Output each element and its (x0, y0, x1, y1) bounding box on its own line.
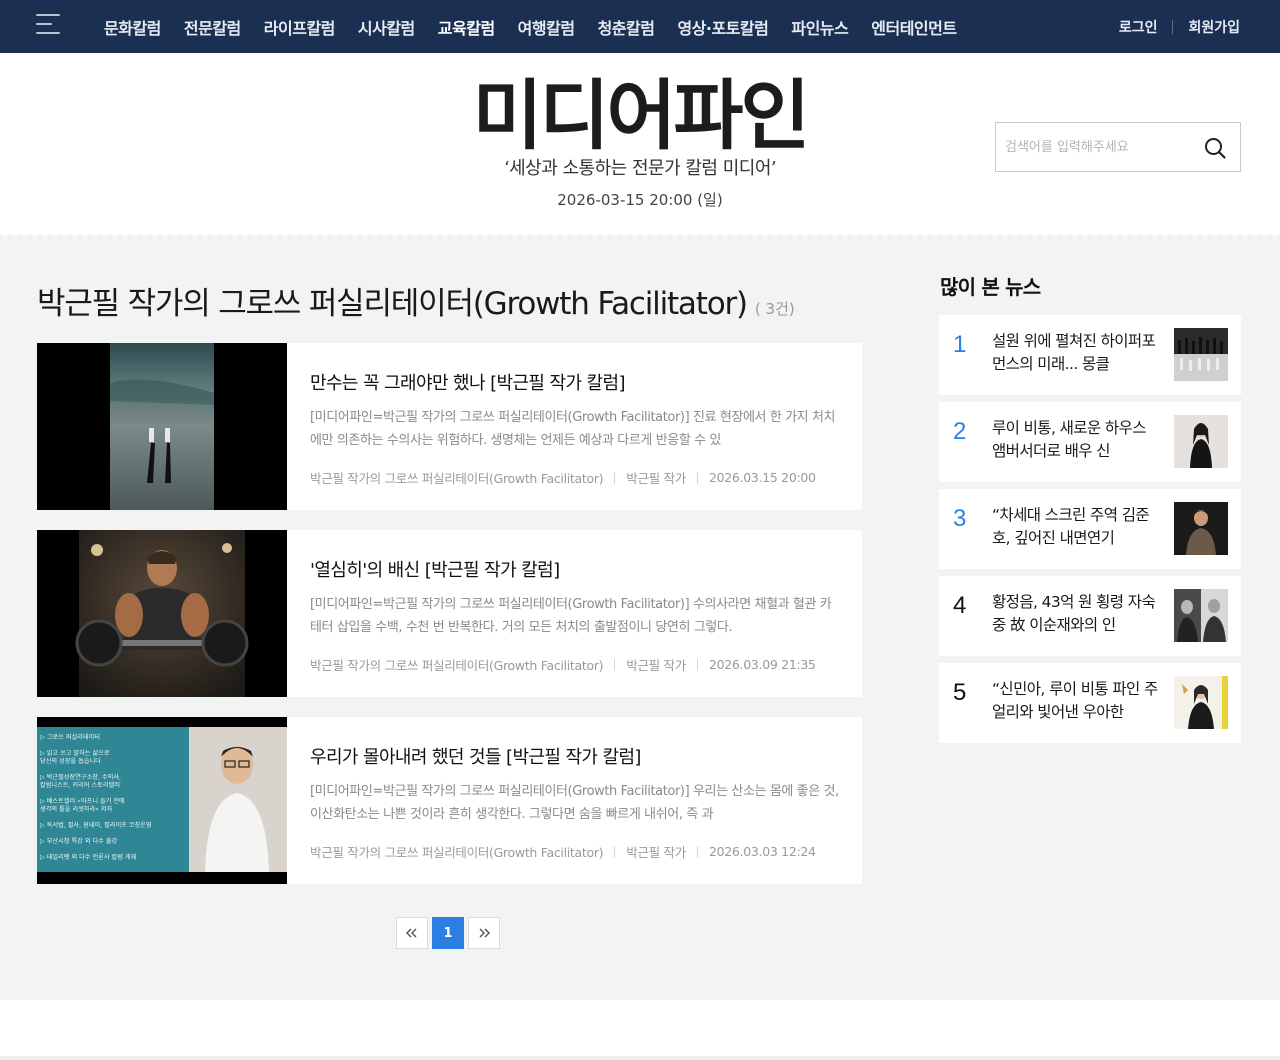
popular-news-item[interactable]: 1 설원 위에 펼쳐진 하이퍼포먼스의 미래... 몽클 (939, 315, 1241, 395)
popular-news-thumbnail[interactable] (1174, 502, 1228, 555)
article-date: 2026.03.09 21:35 (708, 657, 816, 672)
svg-text:▷ 데일리펫 외 다수 언론사 칼럼 게재: ▷ 데일리펫 외 다수 언론사 칼럼 게재 (40, 853, 137, 861)
popular-news-item[interactable]: 5 “신민아, 루이 비통 파인 주얼리와 빛어낸 우아한 (939, 663, 1241, 743)
article-thumbnail[interactable]: ▷ 그로쓰 퍼실리테이터 ▷ 읽고 쓰고 말하는 삶으로 당신의 성장을 돕습니… (37, 717, 287, 884)
svg-text:▷ 부산시청 특강 외 다수 출강: ▷ 부산시청 특강 외 다수 출강 (40, 837, 118, 845)
popular-news-thumbnail[interactable] (1174, 676, 1228, 729)
popular-news-thumbnail[interactable] (1174, 589, 1228, 642)
article-category[interactable]: 박근필 작가의 그로쓰 퍼실리테이터(Growth Facilitator) (310, 468, 604, 487)
svg-text:▷ 읽고 쓰고 말하는 삶으로: ▷ 읽고 쓰고 말하는 삶으로 (40, 749, 110, 757)
article-author: 박근필 작가 (626, 658, 686, 673)
nav-item-life[interactable]: 라이프칼럼 (264, 15, 336, 39)
article-card[interactable]: ▷ 그로쓰 퍼실리테이터 ▷ 읽고 쓰고 말하는 삶으로 당신의 성장을 돕습니… (37, 717, 862, 884)
article-author: 박근필 작가 (626, 471, 686, 486)
nav-item-education[interactable]: 교육칼럼 (438, 15, 495, 39)
login-link[interactable]: 로그인 (1119, 17, 1158, 37)
svg-text:칼럼니스트, 커리어 스토리텔러: 칼럼니스트, 커리어 스토리텔러 (40, 781, 120, 789)
svg-text:당신의 성장을 돕습니다: 당신의 성장을 돕습니다 (40, 757, 101, 765)
article-title[interactable]: 만수는 꼭 그래야만 했나 [박근필 작가 칼럼] (310, 369, 840, 395)
svg-text:▷ 독서법, 필사, 원데이, 필라이프 코칭운영: ▷ 독서법, 필사, 원데이, 필라이프 코칭운영 (40, 821, 152, 829)
article-meta: 박근필 작가의 그로쓰 퍼실리테이터(Growth Facilitator) 박… (310, 468, 816, 487)
search-icon[interactable] (1204, 137, 1226, 159)
rank-number: 5 (953, 679, 967, 706)
main-menu: 문화칼럼 전문칼럼 라이프칼럼 시사칼럼 교육칼럼 여행칼럼 청춘칼럼 영상·포… (104, 0, 957, 53)
prev-page-button[interactable] (396, 917, 428, 949)
article-body: '열심히'의 배신 [박근필 작가 칼럼] [미디어파인=박근필 작가의 그로쓰… (310, 530, 840, 673)
article-excerpt: [미디어파인=박근필 작가의 그로쓰 퍼실리테이터(Growth Facilit… (310, 410, 836, 448)
article-category[interactable]: 박근필 작가의 그로쓰 퍼실리테이터(Growth Facilitator) (310, 655, 604, 674)
nav-item-current-affairs[interactable]: 시사칼럼 (358, 15, 415, 39)
rank-number: 3 (953, 505, 967, 532)
article-author: 박근필 작가 (626, 845, 686, 860)
popular-news-title[interactable]: “차세대 스크린 주역 김준호, 깊어진 내면연기 (992, 504, 1160, 550)
pagination: 1 (396, 917, 500, 949)
article-excerpt: [미디어파인=박근필 작가의 그로쓰 퍼실리테이터(Growth Facilit… (310, 784, 839, 822)
article-body: 만수는 꼭 그래야만 했나 [박근필 작가 칼럼] [미디어파인=박근필 작가의… (310, 343, 840, 486)
auth-links: 로그인 회원가입 (1119, 0, 1240, 53)
nav-item-fine-news[interactable]: 파인뉴스 (791, 15, 848, 39)
page-1-button[interactable]: 1 (432, 917, 464, 949)
article-body: 우리가 몰아내려 했던 것들 [박근필 작가 칼럼] [미디어파인=박근필 작가… (310, 717, 840, 860)
rank-number: 1 (953, 331, 967, 358)
rank-number: 2 (953, 418, 967, 445)
popular-news-title[interactable]: 설원 위에 펼쳐진 하이퍼포먼스의 미래... 몽클 (992, 330, 1160, 376)
popular-news-item[interactable]: 4 황정음, 43억 원 횡령 자숙 중 故 이순재와의 인 (939, 576, 1241, 656)
double-chevron-left-icon (406, 928, 417, 938)
nav-item-video-photo[interactable]: 영상·포토칼럼 (677, 15, 768, 39)
svg-text:▷ 박근필성장연구소장, 수의사,: ▷ 박근필성장연구소장, 수의사, (40, 773, 121, 781)
signup-link[interactable]: 회원가입 (1188, 17, 1240, 37)
article-meta: 박근필 작가의 그로쓰 퍼실리테이터(Growth Facilitator) 박… (310, 842, 816, 861)
article-thumbnail[interactable] (37, 530, 287, 697)
divider (696, 845, 698, 858)
popular-news-title[interactable]: “신민아, 루이 비통 파인 주얼리와 빛어낸 우아한 (992, 678, 1160, 724)
article-thumbnail[interactable] (37, 343, 287, 510)
divider (614, 471, 616, 484)
article-category[interactable]: 박근필 작가의 그로쓰 퍼실리테이터(Growth Facilitator) (310, 842, 604, 861)
nav-item-entertainment[interactable]: 엔터테인먼트 (871, 15, 957, 39)
article-title[interactable]: '열심히'의 배신 [박근필 작가 칼럼] (310, 556, 840, 582)
divider (614, 658, 616, 671)
popular-news-thumbnail[interactable] (1174, 415, 1228, 468)
search-input[interactable] (996, 123, 1196, 171)
site-header: 미디어파인 ‘세상과 소통하는 전문가 칼럼 미디어’ 2026-03-15 2… (0, 53, 1280, 235)
popular-news-item[interactable]: 2 루이 비통, 새로운 하우스 앰버서더로 배우 신 (939, 402, 1241, 482)
popular-news-heading: 많이 본 뉴스 (940, 275, 1041, 299)
popular-news-title[interactable]: 루이 비통, 새로운 하우스 앰버서더로 배우 신 (992, 417, 1160, 463)
divider (696, 471, 698, 484)
svg-text:▷ 그로쓰 퍼실리테이터: ▷ 그로쓰 퍼실리테이터 (40, 733, 100, 741)
svg-text:▷ 베스트셀러 «아프니 들기 전에: ▷ 베스트셀러 «아프니 들기 전에 (40, 797, 125, 805)
divider (614, 845, 616, 858)
article-title[interactable]: 우리가 몰아내려 했던 것들 [박근필 작가 칼럼] (310, 743, 840, 769)
article-date: 2026.03.15 20:00 (708, 470, 816, 485)
article-date: 2026.03.03 12:24 (708, 844, 816, 859)
nav-item-culture[interactable]: 문화칼럼 (104, 15, 161, 39)
search-box (995, 122, 1241, 172)
rank-number: 4 (953, 592, 967, 619)
article-card[interactable]: '열심히'의 배신 [박근필 작가 칼럼] [미디어파인=박근필 작가의 그로쓰… (37, 530, 862, 697)
article-count: ( 3건) (754, 300, 795, 318)
double-chevron-right-icon (479, 928, 490, 938)
article-excerpt: [미디어파인=박근필 작가의 그로쓰 퍼실리테이터(Growth Facilit… (310, 597, 832, 635)
nav-item-travel[interactable]: 여행칼럼 (518, 15, 575, 39)
footer-area (0, 1000, 1280, 1060)
svg-text:생각의 틀을 리셋하라» 저자: 생각의 틀을 리셋하라» 저자 (40, 805, 113, 813)
article-meta: 박근필 작가의 그로쓰 퍼실리테이터(Growth Facilitator) 박… (310, 655, 816, 674)
top-nav: 문화칼럼 전문칼럼 라이프칼럼 시사칼럼 교육칼럼 여행칼럼 청춘칼럼 영상·포… (0, 0, 1280, 53)
section-heading: 박근필 작가의 그로쓰 퍼실리테이터(Growth Facilitator) (… (37, 278, 795, 323)
header-divider (0, 228, 1280, 240)
divider (696, 658, 698, 671)
next-page-button[interactable] (468, 917, 500, 949)
article-card[interactable]: 만수는 꼭 그래야만 했나 [박근필 작가 칼럼] [미디어파인=박근필 작가의… (37, 343, 862, 510)
nav-item-youth[interactable]: 청춘칼럼 (598, 15, 655, 39)
page-title: 박근필 작가의 그로쓰 퍼실리테이터(Growth Facilitator) (37, 286, 748, 322)
current-date: 2026-03-15 20:00 (일) (557, 191, 723, 209)
menu-icon[interactable] (36, 14, 60, 34)
popular-news-item[interactable]: 3 “차세대 스크린 주역 김준호, 깊어진 내면연기 (939, 489, 1241, 569)
popular-news-title[interactable]: 황정음, 43억 원 횡령 자숙 중 故 이순재와의 인 (992, 591, 1160, 637)
divider (1172, 19, 1174, 34)
popular-news-thumbnail[interactable] (1174, 328, 1228, 381)
nav-item-expert[interactable]: 전문칼럼 (184, 15, 241, 39)
